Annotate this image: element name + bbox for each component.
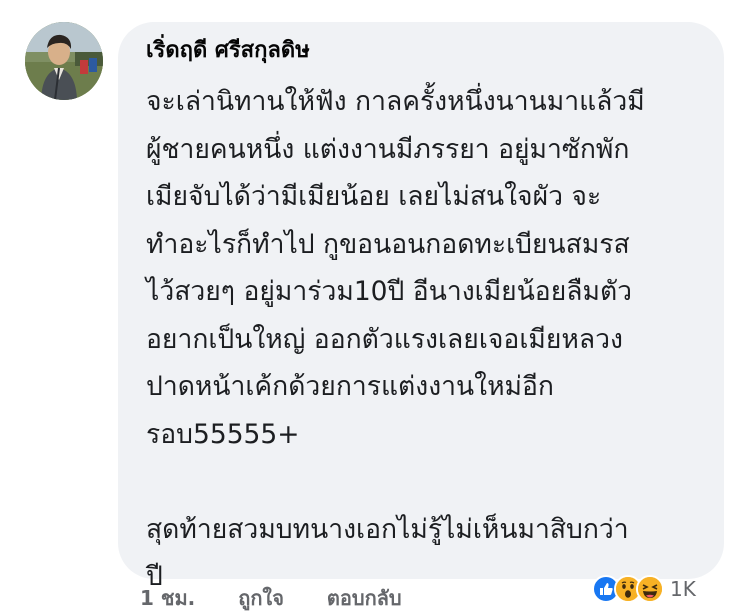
reply-button[interactable]: ตอบกลับ [327,586,402,610]
comment-line: ทำอะไรก็ทำไป กูขอนอนกอดทะเบียนสมรส [146,228,630,260]
comment-line: อยากเป็นใหญ่ ออกตัวแรงเลยเจอเมียหลวง [146,323,623,355]
haha-icon [636,575,664,603]
reactions-summary[interactable]: 1K [592,574,696,604]
comment-line: ไว้สวยๆ อยู่มาร่วม10ปี อีนางเมียน้อยลืมต… [146,276,633,307]
comment-line: ปาดหน้าเค้กด้วยการแต่งงานใหม่อีก [146,371,554,402]
comment: เริ่ดฤดี ศรีสกุลดิษ จะเล่านิทานให้ฟัง กา… [0,0,750,610]
comment-line: รอบ55555+ [146,418,300,450]
comment-line: เมียจับได้ว่ามีเมียน้อย เลยไม่สนใจผัว จะ [146,181,602,212]
like-button[interactable]: ถูกใจ [238,586,284,610]
comment-line: ผู้ชายคนหนึ่ง แต่งงานมีภรรยา อยู่มาซักพั… [146,133,630,165]
avatar[interactable] [25,22,103,100]
comment-line: สุดท้ายสวมบทนางเอกไม่รู้ไม่เห็นมาสิบกว่า [146,513,629,545]
comment-timestamp[interactable]: 1 ชม. [140,586,195,610]
comment-bubble: เริ่ดฤดี ศรีสกุลดิษ จะเล่านิทานให้ฟัง กา… [118,22,724,592]
comment-author[interactable]: เริ่ดฤดี ศรีสกุลดิษ [146,36,310,66]
avatar-photo [25,22,103,100]
comment-line: จะเล่านิทานให้ฟัง กาลครั้งหนึ่งนานมาแล้ว… [146,86,645,117]
comment-text: จะเล่านิทานให้ฟัง กาลครั้งหนึ่งนานมาแล้ว… [146,78,716,601]
reaction-count: 1K [670,577,696,601]
comment-actions: 1 ชม. ถูกใจ ตอบกลับ [140,584,438,612]
